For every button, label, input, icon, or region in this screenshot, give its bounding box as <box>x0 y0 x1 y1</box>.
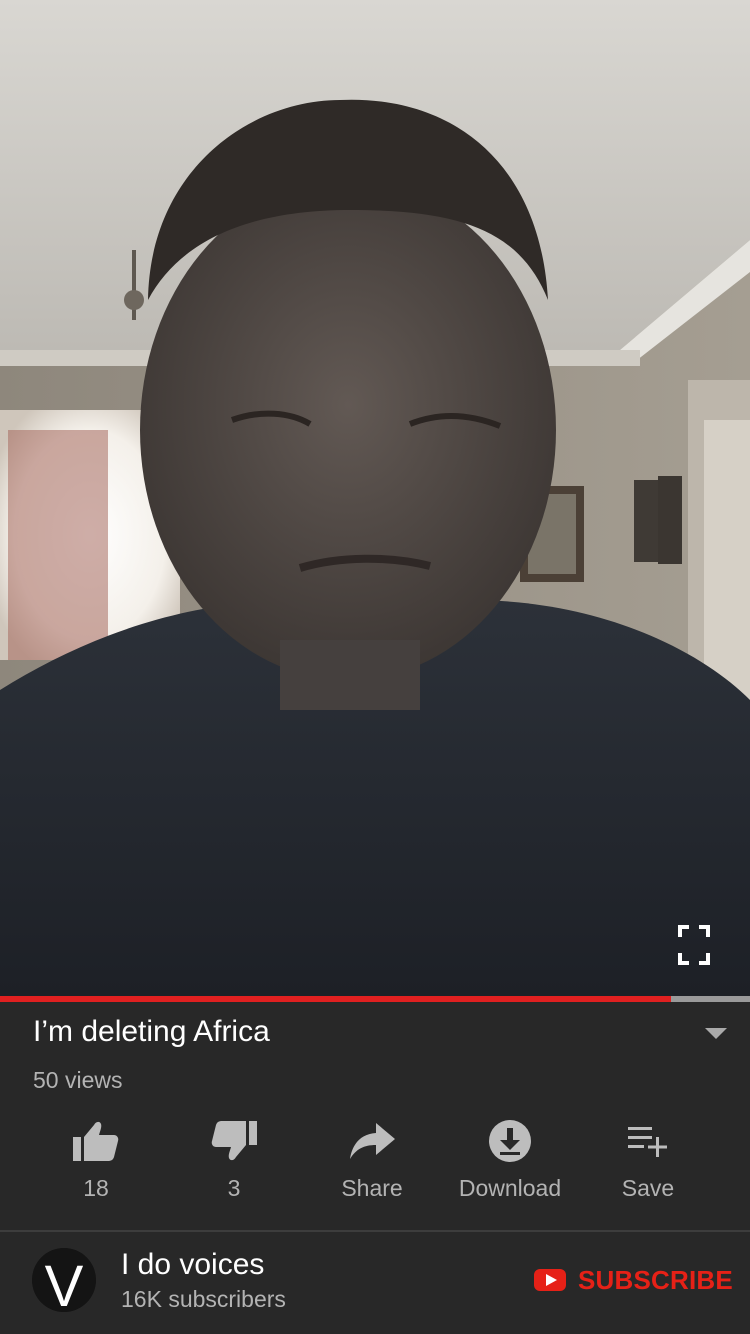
video-frame <box>0 0 750 998</box>
download-icon <box>489 1120 531 1162</box>
expand-description-button[interactable] <box>696 1018 736 1050</box>
like-count: 18 <box>83 1175 109 1201</box>
save-button[interactable]: Save <box>578 1112 718 1212</box>
channel-name[interactable]: I do voices <box>121 1246 264 1284</box>
subscriber-count: 16K subscribers <box>121 1286 286 1312</box>
progress-played <box>0 996 672 1002</box>
video-player[interactable] <box>0 0 750 998</box>
share-label: Share <box>341 1175 403 1201</box>
channel-logo: V <box>32 1248 96 1312</box>
share-button[interactable]: Share <box>302 1112 442 1212</box>
like-button[interactable]: 18 <box>26 1112 166 1212</box>
dislike-button[interactable]: 3 <box>164 1112 304 1212</box>
app-screen: I’m deleting Africa 50 views 18 3 Share … <box>0 0 750 1334</box>
youtube-play-icon <box>534 1269 566 1291</box>
dislike-count: 3 <box>227 1175 241 1201</box>
svg-text:V: V <box>45 1254 84 1312</box>
channel-avatar[interactable]: V <box>32 1248 96 1312</box>
video-title: I’m deleting Africa <box>33 1015 270 1048</box>
playlist-add-icon <box>628 1127 667 1157</box>
action-bar: 18 3 Share Download Save <box>0 1112 750 1212</box>
subscribe-label: SUBSCRIBE <box>578 1264 733 1295</box>
fullscreen-icon <box>678 925 710 965</box>
download-label: Download <box>458 1175 562 1201</box>
thumbs-down-icon <box>211 1121 257 1161</box>
video-progress-bar[interactable] <box>0 996 750 1002</box>
divider <box>0 1230 750 1232</box>
subscribe-button[interactable]: SUBSCRIBE <box>534 1260 733 1300</box>
view-count: 50 views <box>33 1067 123 1093</box>
share-icon <box>350 1123 395 1159</box>
chevron-down-icon <box>705 1028 727 1039</box>
save-label: Save <box>621 1175 675 1201</box>
thumbs-up-icon <box>73 1121 119 1161</box>
fullscreen-button[interactable] <box>672 918 716 972</box>
download-button[interactable]: Download <box>440 1112 580 1212</box>
